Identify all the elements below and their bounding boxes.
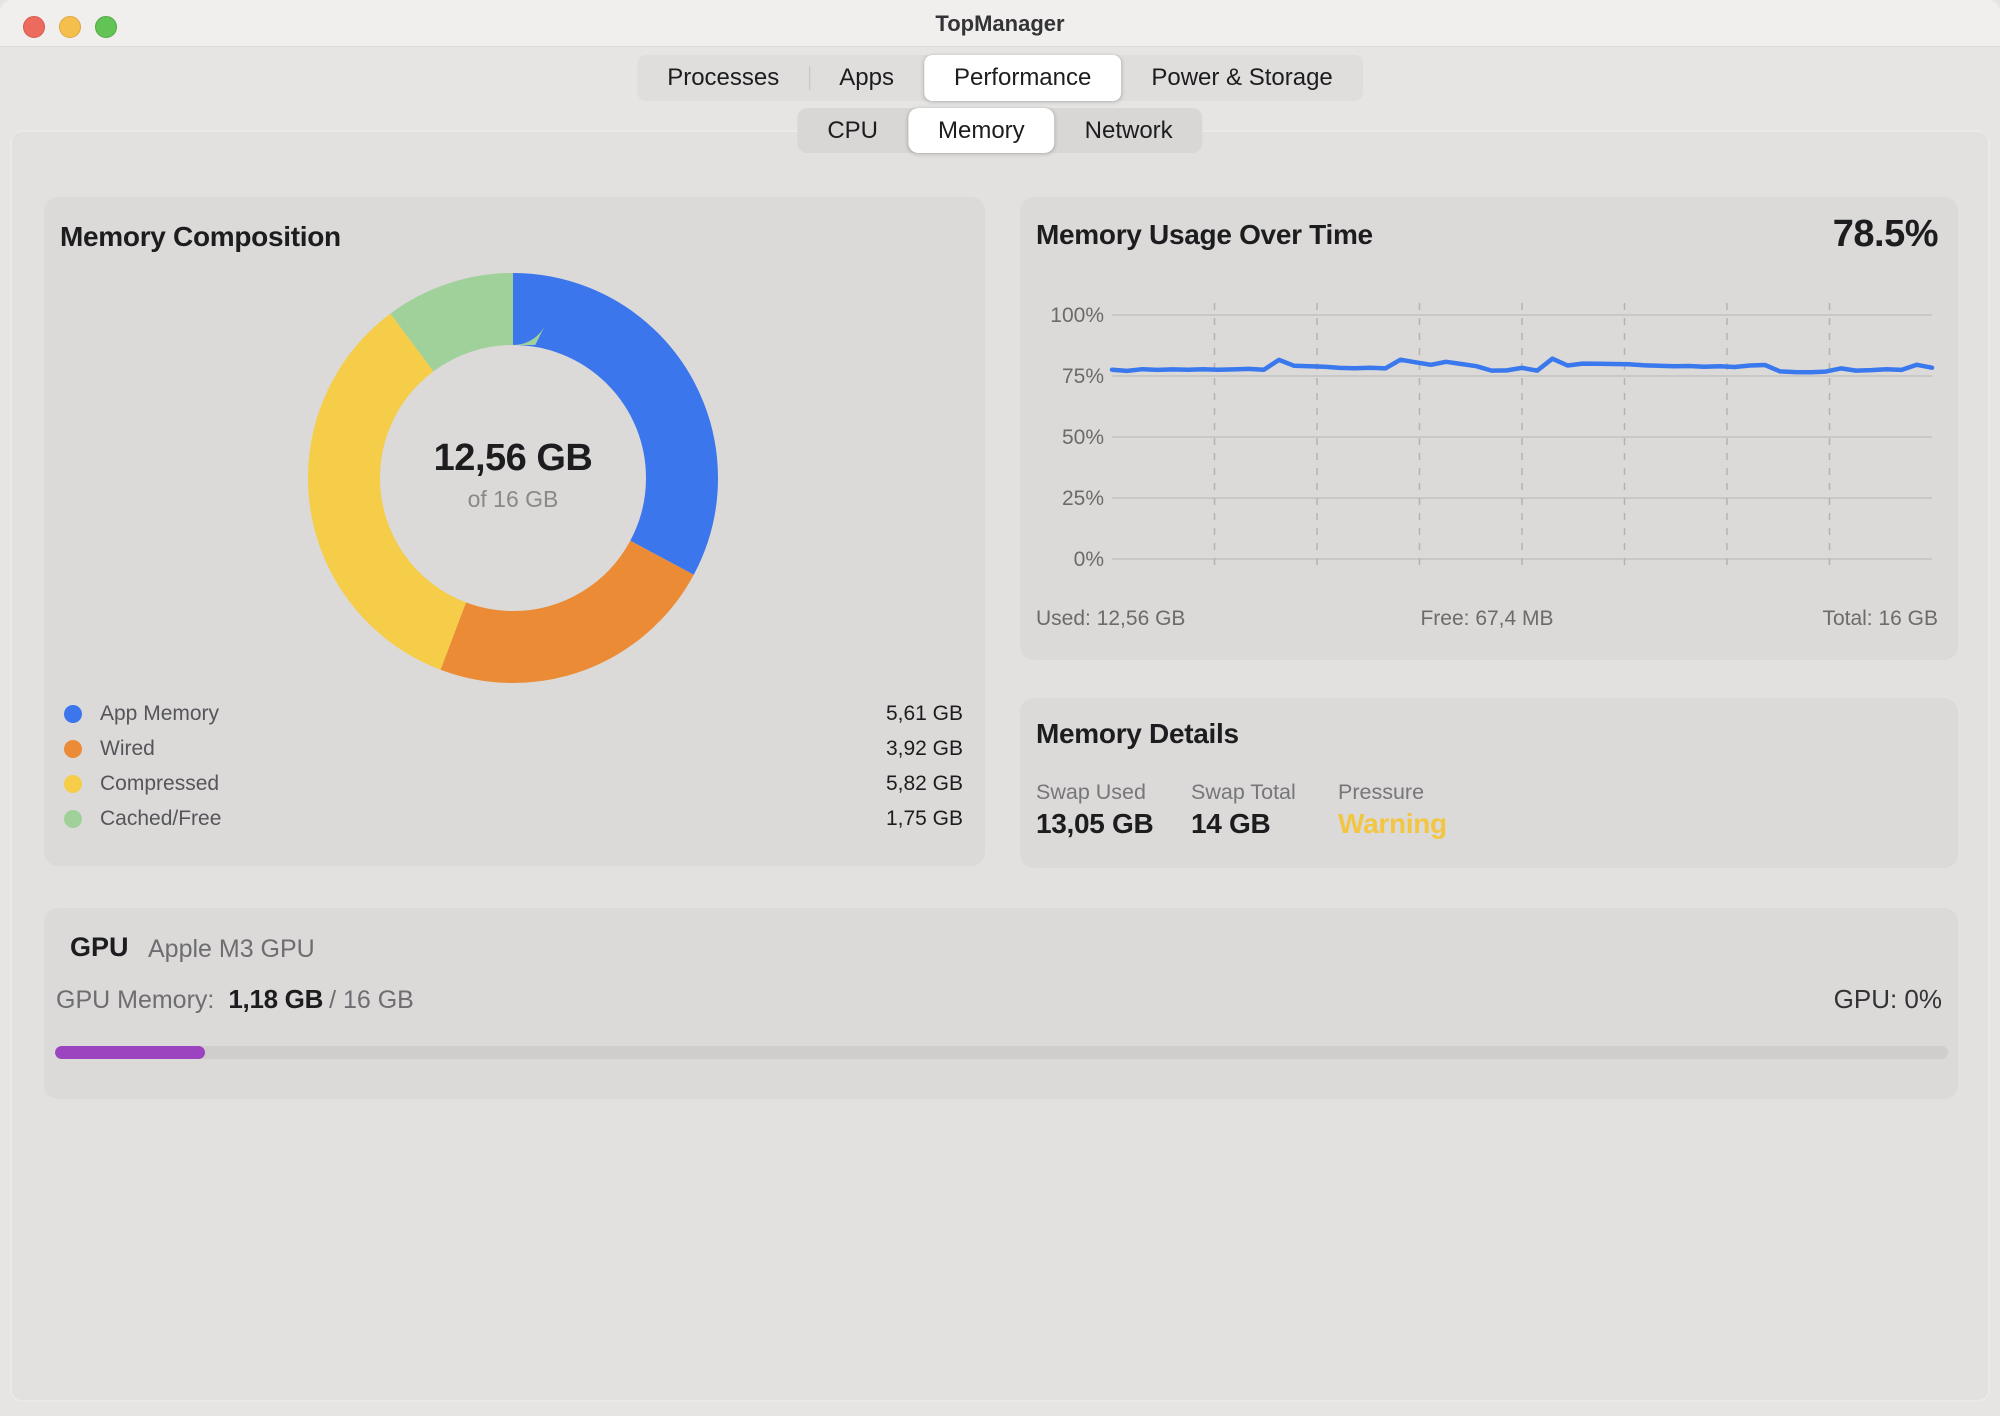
memory-usage-title: Memory Usage Over Time (1036, 219, 1373, 251)
swap-total-value: 14 GB (1191, 808, 1270, 840)
subtab-network[interactable]: Network (1055, 108, 1203, 153)
free-memory-stat: Free: 67,4 MB (1036, 607, 1938, 631)
legend-item-cached-free: Cached/Free 1,75 GB (64, 801, 963, 836)
legend-value: 1,75 GB (886, 807, 963, 831)
gpu-panel: GPU Apple M3 GPU GPU Memory: 1,18 GB/ 16 … (44, 908, 1958, 1099)
compressed-color-dot (64, 775, 82, 793)
legend-label: App Memory (100, 702, 219, 726)
total-memory-stat: Total: 16 GB (1822, 607, 1938, 631)
swap-used-label: Swap Used (1036, 780, 1146, 805)
legend-value: 3,92 GB (886, 737, 963, 761)
legend-label: Compressed (100, 772, 219, 796)
gpu-memory-total: / 16 GB (329, 986, 414, 1014)
memory-details-panel: Memory Details Swap Used 13,05 GB Swap T… (1020, 698, 1958, 868)
memory-composition-legend: App Memory 5,61 GB Wired 3,92 GB Compres… (64, 696, 963, 836)
memory-composition-donut-chart (308, 273, 718, 683)
tab-apps[interactable]: Apps (809, 55, 924, 101)
wired-color-dot (64, 740, 82, 758)
usage-footer: Used: 12,56 GB Free: 67,4 MB Total: 16 G… (1036, 607, 1938, 631)
legend-value: 5,61 GB (886, 702, 963, 726)
svg-text:100%: 100% (1050, 304, 1104, 327)
gpu-memory-label: GPU Memory: (56, 986, 214, 1014)
gpu-memory-row: GPU Memory: 1,18 GB/ 16 GB (56, 984, 414, 1015)
main-tab-bar: Processes Apps Performance Power & Stora… (637, 55, 1363, 101)
gpu-label: GPU (70, 932, 129, 963)
legend-item-compressed: Compressed 5,82 GB (64, 766, 963, 801)
current-memory-usage-percent: 78.5% (1833, 213, 1938, 256)
app-memory-color-dot (64, 705, 82, 723)
window-title: TopManager (0, 11, 2000, 37)
legend-label: Cached/Free (100, 807, 221, 831)
memory-usage-panel: Memory Usage Over Time 78.5% 100% 75% 50% 2… (1020, 197, 1958, 660)
gpu-name: Apple M3 GPU (148, 935, 315, 964)
legend-item-app-memory: App Memory 5,61 GB (64, 696, 963, 731)
legend-item-wired: Wired 3,92 GB (64, 731, 963, 766)
legend-value: 5,82 GB (886, 772, 963, 796)
tab-processes[interactable]: Processes (637, 55, 809, 101)
tab-performance[interactable]: Performance (924, 55, 1121, 101)
svg-text:25%: 25% (1062, 487, 1104, 510)
gpu-memory-value: 1,18 GB (228, 984, 323, 1014)
svg-text:0%: 0% (1074, 548, 1104, 571)
subtab-cpu[interactable]: CPU (797, 108, 908, 153)
app-window: TopManager Processes Apps Performance Po… (0, 0, 2000, 1416)
memory-composition-title: Memory Composition (60, 221, 341, 253)
title-bar: TopManager (0, 0, 2000, 47)
svg-text:75%: 75% (1062, 365, 1104, 388)
subtab-memory[interactable]: Memory (908, 108, 1055, 153)
performance-subtab-bar: CPU Memory Network (797, 108, 1202, 153)
svg-text:50%: 50% (1062, 426, 1104, 449)
gpu-memory-progress-track (55, 1046, 1948, 1059)
gpu-memory-progress-fill (55, 1046, 205, 1059)
pressure-label: Pressure (1338, 780, 1424, 805)
legend-label: Wired (100, 737, 155, 761)
gpu-usage-percent: GPU: 0% (1834, 984, 1942, 1015)
swap-used-value: 13,05 GB (1036, 808, 1153, 840)
pressure-value-warning: Warning (1338, 808, 1447, 840)
swap-total-label: Swap Total (1191, 780, 1296, 805)
cached-free-color-dot (64, 810, 82, 828)
tab-power-storage[interactable]: Power & Storage (1121, 55, 1362, 101)
memory-usage-line-chart: 100% 75% 50% 25% 0% (1034, 297, 1946, 597)
memory-details-title: Memory Details (1036, 718, 1239, 750)
memory-composition-panel: Memory Composition 12,56 GB of 16 GB App… (44, 197, 985, 866)
